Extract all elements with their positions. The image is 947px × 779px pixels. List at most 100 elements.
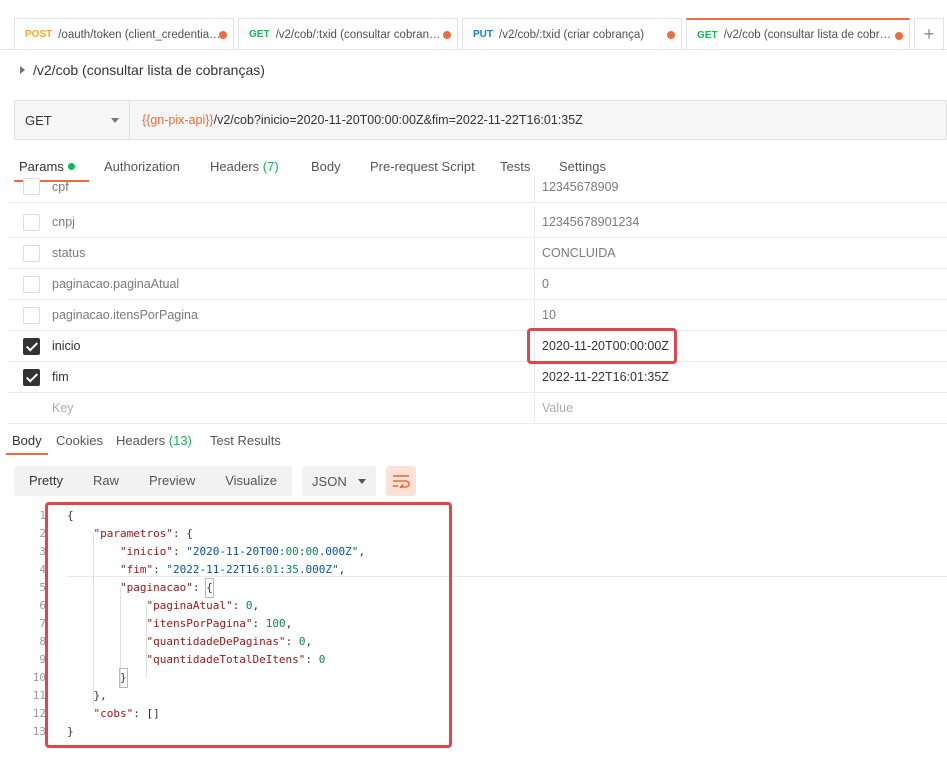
unsaved-dot-icon	[443, 31, 451, 39]
param-checkbox[interactable]	[23, 276, 40, 293]
line-number: 13	[32, 725, 46, 738]
line-number: 11	[32, 689, 46, 702]
column-divider	[534, 269, 535, 300]
unsaved-dot-icon	[895, 32, 903, 40]
param-checkbox[interactable]	[23, 245, 40, 262]
line-number: 6	[39, 599, 46, 612]
param-value[interactable]: 10	[542, 308, 556, 322]
line-number: 4	[39, 563, 46, 576]
param-value[interactable]: 0	[542, 277, 549, 291]
param-row-new: Key Value	[8, 393, 947, 424]
active-tab-underline	[6, 453, 48, 455]
tab-response-headers-label: Headers	[116, 433, 166, 448]
param-checkbox[interactable]	[23, 307, 40, 324]
param-key[interactable]: paginacao.paginaAtual	[52, 277, 179, 291]
unsaved-dot-icon	[667, 31, 675, 39]
unsaved-dot-icon	[219, 31, 227, 39]
tab-headers-label: Headers	[210, 159, 260, 174]
format-toggle-group: Pretty Raw Preview Visualize	[14, 466, 293, 496]
new-param-value-input[interactable]: Value	[542, 401, 573, 415]
param-key[interactable]: cpf	[52, 180, 69, 194]
language-value: JSON	[312, 473, 347, 489]
response-headers-count: (13)	[168, 433, 192, 448]
request-name-header[interactable]: /v2/cob (consultar lista de cobranças)	[20, 60, 265, 80]
param-value[interactable]: CONCLUIDA	[542, 246, 616, 260]
tab-settings[interactable]: Settings	[559, 159, 606, 174]
tab-response-body[interactable]: Body	[12, 433, 42, 448]
method-value: GET	[25, 112, 52, 128]
line-number: 9	[39, 653, 46, 666]
url-input[interactable]: {{gn-pix-api}}/v2/cob?inicio=2020-11-20T…	[130, 113, 583, 127]
param-row-itens-por-pagina: paginacao.itensPorPagina 10	[8, 300, 947, 331]
method-select[interactable]: GET	[15, 101, 130, 139]
new-tab-button[interactable]: +	[914, 18, 944, 50]
column-divider	[534, 176, 535, 203]
tab-put-criar-cobranca[interactable]: PUT /v2/cob/:txid (criar cobrança)	[462, 18, 682, 50]
column-divider	[534, 362, 535, 393]
tab-params[interactable]: Params	[19, 159, 75, 174]
tab-post-oauth-token[interactable]: POST /oauth/token (client_credentia…	[14, 18, 234, 50]
param-row-fim: fim 2022-11-22T16:01:35Z	[8, 362, 947, 393]
tab-prerequest-script[interactable]: Pre-request Script	[370, 159, 475, 174]
tab-body[interactable]: Body	[311, 159, 341, 174]
highlight-box-inicio-value	[527, 328, 677, 364]
tab-method: GET	[697, 29, 718, 41]
url-variable: {{gn-pix-api}}	[142, 113, 214, 127]
wrap-lines-icon	[393, 475, 410, 488]
column-divider	[534, 238, 535, 269]
format-preview-button[interactable]: Preview	[134, 466, 210, 496]
param-key[interactable]: inicio	[52, 339, 81, 353]
tab-title: /v2/cob/:txid (criar cobrança)	[499, 28, 645, 41]
response-toolbar: Pretty Raw Preview Visualize JSON	[14, 466, 417, 496]
language-select[interactable]: JSON	[302, 466, 377, 496]
tab-authorization[interactable]: Authorization	[104, 159, 180, 174]
column-divider	[534, 207, 535, 238]
param-checkbox[interactable]	[23, 178, 40, 195]
tab-cookies[interactable]: Cookies	[56, 433, 103, 448]
param-key[interactable]: fim	[52, 370, 69, 384]
format-pretty-button[interactable]: Pretty	[14, 466, 78, 496]
param-checkbox[interactable]	[23, 214, 40, 231]
tab-method: GET	[249, 29, 270, 40]
line-number: 3	[39, 545, 46, 558]
tab-method: POST	[25, 29, 53, 40]
tab-get-consultar-lista[interactable]: GET /v2/cob (consultar lista de cobr…	[686, 18, 910, 50]
request-tab-bar: POST /oauth/token (client_credentia… GET…	[0, 0, 947, 50]
new-param-key-input[interactable]: Key	[52, 401, 74, 415]
tab-params-label: Params	[19, 159, 64, 174]
param-row-cpf: cpf 12345678909	[8, 176, 947, 203]
param-value[interactable]: 2022-11-22T16:01:35Z	[542, 370, 669, 384]
tab-tests[interactable]: Tests	[500, 159, 530, 174]
param-key[interactable]: status	[52, 246, 85, 260]
format-visualize-button[interactable]: Visualize	[210, 466, 292, 496]
line-number: 5	[39, 581, 46, 594]
param-checkbox-checked[interactable]	[23, 338, 40, 355]
headers-count: (7)	[262, 159, 279, 174]
param-row-pagina-atual: paginacao.paginaAtual 0	[8, 269, 947, 300]
tab-get-consultar-cobranca[interactable]: GET /v2/cob/:txid (consultar cobran…	[238, 18, 458, 50]
url-bar: GET {{gn-pix-api}}/v2/cob?inicio=2020-11…	[14, 100, 947, 140]
request-name: /v2/cob (consultar lista de cobranças)	[33, 62, 265, 78]
param-key[interactable]: cnpj	[52, 215, 75, 229]
param-key[interactable]: paginacao.itensPorPagina	[52, 308, 198, 322]
tab-test-results[interactable]: Test Results	[210, 433, 281, 448]
column-divider	[534, 300, 535, 331]
expand-caret-icon[interactable]	[20, 66, 25, 74]
tab-title: /v2/cob (consultar lista de cobr…	[723, 29, 892, 41]
tab-headers[interactable]: Headers (7)	[210, 159, 279, 174]
param-value[interactable]: 12345678901234	[542, 215, 639, 229]
wrap-lines-button[interactable]	[386, 466, 417, 496]
param-checkbox-checked[interactable]	[23, 369, 40, 386]
chevron-down-icon	[111, 117, 119, 123]
line-number: 7	[39, 617, 46, 630]
response-tabs: Body Cookies Headers (13) Test Results	[0, 426, 947, 456]
chevron-down-icon	[358, 478, 367, 484]
active-indicator-icon	[67, 163, 75, 170]
param-value[interactable]: 12345678909	[542, 180, 618, 194]
format-raw-button[interactable]: Raw	[78, 466, 134, 496]
tab-divider	[0, 49, 947, 50]
param-row-inicio: inicio 2020-11-20T00:00:00Z	[8, 331, 947, 362]
param-row-status: status CONCLUIDA	[8, 238, 947, 269]
tab-response-headers[interactable]: Headers (13)	[116, 433, 192, 448]
column-divider	[534, 393, 535, 424]
